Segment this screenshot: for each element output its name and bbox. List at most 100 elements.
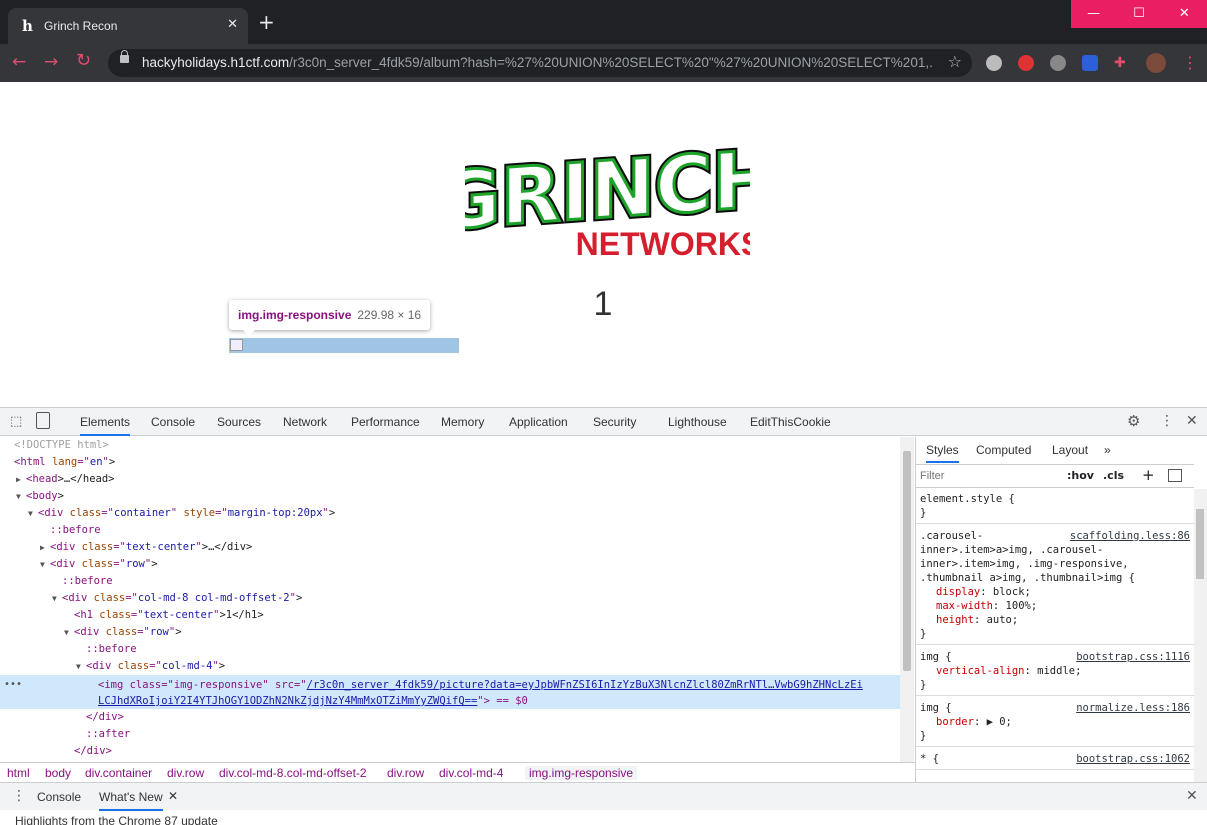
breadcrumb-item[interactable]: img.img-responsive [525,766,638,780]
breadcrumb-item[interactable]: div.row [387,766,424,780]
breadcrumb-item[interactable]: body [45,766,71,780]
close-whats-new-icon[interactable]: ✕ [168,789,178,803]
tab-console[interactable]: Console [151,408,195,436]
tab-performance[interactable]: Performance [351,408,420,436]
styles-filter-input[interactable] [920,468,1055,484]
breadcrumb-item[interactable]: div.row [167,766,204,780]
tab-network[interactable]: Network [283,408,327,436]
tab-application[interactable]: Application [509,408,568,436]
drawer-tab-whats-new[interactable]: What's New [99,783,163,811]
browser-menu-icon[interactable]: ⋮ [1182,53,1198,72]
favicon-icon: h [22,17,33,35]
extension-gear-icon[interactable] [1050,55,1066,71]
selected-img-line-2[interactable]: LCJhdXRoIjoiY2I4YTJhOGY1ODZhN2NkZjdjNzY4… [98,693,915,710]
device-toggle-icon[interactable] [36,412,50,429]
dom-node-line[interactable]: ▼ <div class="col-md-4"> [76,658,915,675]
close-tab-icon[interactable]: ✕ [227,17,238,32]
reload-icon[interactable]: ↻ [76,50,91,71]
tab-computed[interactable]: Computed [976,437,1031,463]
dom-node-line[interactable]: ▶ <head>…</head> [16,471,915,488]
new-tab-button[interactable]: + [258,12,275,32]
tab-lighthouse[interactable]: Lighthouse [668,408,727,436]
settings-gear-icon[interactable]: ⚙ [1127,412,1140,430]
lock-icon [120,50,129,63]
more-tabs-icon[interactable]: » [1104,437,1111,463]
back-arrow-icon[interactable]: ← [12,52,26,72]
styles-scrollbar[interactable] [1194,489,1207,782]
extension-santa-icon[interactable] [1018,55,1034,71]
breadcrumb: html body div.container div.row div.col-md-8… [0,762,915,782]
devtools-tab-bar: ⬚ Elements Console Sources Network Perfo… [0,408,1207,436]
dom-node-line[interactable]: ::before [86,641,915,658]
hov-toggle[interactable]: :hov [1067,469,1094,482]
highlighted-image[interactable] [229,338,459,353]
dom-node-line[interactable]: <!DOCTYPE html> [14,437,914,454]
breadcrumb-item[interactable]: html [7,766,30,780]
tab-layout[interactable]: Layout [1052,437,1088,463]
style-rule[interactable]: scaffolding.less:86 .carousel- inner>.ite… [916,526,1194,645]
dom-node-line[interactable]: </div> [74,743,915,760]
url-text[interactable]: hackyholidays.h1ctf.com/r3c0n_server_4fd… [142,55,932,70]
rule-source-link[interactable]: scaffolding.less:86 [1070,529,1190,543]
tab-sources[interactable]: Sources [217,408,261,436]
style-rule[interactable]: element.style {} [916,489,1194,524]
style-rule[interactable]: bootstrap.css:1062 * { [916,749,1194,770]
drawer-menu-icon[interactable]: ⋮ [12,788,26,804]
close-devtools-icon[interactable]: ✕ [1186,413,1198,429]
inspect-element-icon[interactable]: ⬚ [10,414,22,429]
selected-img-line-1[interactable]: <img class="img-responsive" src="/r3c0n_… [98,677,915,694]
new-rule-icon[interactable]: + [1142,466,1155,484]
dom-node-line[interactable]: ▼ <div class="row"> [40,556,915,573]
elements-tree[interactable]: <!DOCTYPE html> <html lang="en"> ▶ <head>…<… [0,437,915,763]
close-window-button[interactable]: ✕ [1162,0,1207,28]
minimize-button[interactable]: — [1071,0,1116,28]
profile-avatar[interactable] [1146,53,1166,73]
bookmark-star-icon[interactable]: ☆ [948,52,962,71]
dom-node-line[interactable]: <h1 class="text-center">1</h1> [74,607,915,624]
elements-scrollbar[interactable] [900,437,914,763]
tab-styles[interactable]: Styles [926,437,959,463]
grinch-networks-logo: GRINCH GRINCH NETWORKS [465,131,750,262]
extensions-puzzle-icon[interactable]: ✚ [1114,55,1130,71]
breadcrumb-item[interactable]: div.col-md-4 [439,766,503,780]
dom-node-line[interactable]: ▼ <div class="container" style="margin-to… [28,505,915,522]
dom-node-line[interactable]: </div> [86,709,915,726]
close-drawer-icon[interactable]: ✕ [1186,788,1198,804]
toggle-sidebar-icon[interactable] [1168,469,1182,482]
devtools-menu-icon[interactable]: ⋮ [1160,413,1174,429]
dom-node-line[interactable]: ▼ <div class="col-md-8 col-md-offset-2"> [52,590,915,607]
tab-security[interactable]: Security [593,408,636,436]
breadcrumb-item[interactable]: div.col-md-8.col-md-offset-2 [219,766,367,780]
broken-image-icon [230,339,243,351]
devtools-panel: ⬚ Elements Console Sources Network Perfo… [0,407,1207,825]
dom-node-line[interactable]: <html lang="en"> [14,454,914,471]
breadcrumb-item[interactable]: div.container [85,766,152,780]
rule-source-link[interactable]: bootstrap.css:1116 [1076,650,1190,664]
tab-memory[interactable]: Memory [441,408,484,436]
maximize-button[interactable]: ☐ [1116,0,1161,28]
extension-globe-icon[interactable] [986,55,1002,71]
address-bar[interactable]: hackyholidays.h1ctf.com/r3c0n_server_4fd… [108,49,972,77]
browser-tab[interactable]: h Grinch Recon ✕ [8,8,248,44]
styles-filter-bar: :hov .cls + [916,464,1194,488]
extension-shield-icon[interactable] [1082,55,1098,71]
drawer-tab-console[interactable]: Console [37,783,81,811]
style-rule[interactable]: normalize.less:186 img {border: ▶ 0;} [916,698,1194,747]
dom-node-line[interactable]: ▼ <div class="row"> [64,624,915,641]
tooltip-dimensions: 229.98 × 16 [357,308,422,322]
dom-node-line[interactable]: ::before [62,573,915,590]
tab-elements[interactable]: Elements [80,408,131,436]
dom-node-line[interactable]: ::before [50,522,915,539]
tab-strip: h Grinch Recon ✕ + — ☐ ✕ [0,0,1207,44]
rule-source-link[interactable]: normalize.less:186 [1076,701,1190,715]
style-rule[interactable]: bootstrap.css:1116 img {vertical-align: m… [916,647,1194,696]
rule-source-link[interactable]: bootstrap.css:1062 [1076,752,1190,766]
dom-node-line[interactable]: ▼ <body> [16,488,915,505]
forward-arrow-icon[interactable]: → [44,52,58,72]
drawer-tab-bar: ⋮ Console What's New ✕ ✕ [0,782,1207,811]
node-ellipsis-icon[interactable]: ••• [4,679,22,690]
tab-editthiscookie[interactable]: EditThisCookie [750,408,831,436]
dom-node-line[interactable]: ::after [86,726,915,743]
dom-node-line[interactable]: ▶ <div class="text-center">…</div> [40,539,915,556]
cls-toggle[interactable]: .cls [1103,469,1124,482]
